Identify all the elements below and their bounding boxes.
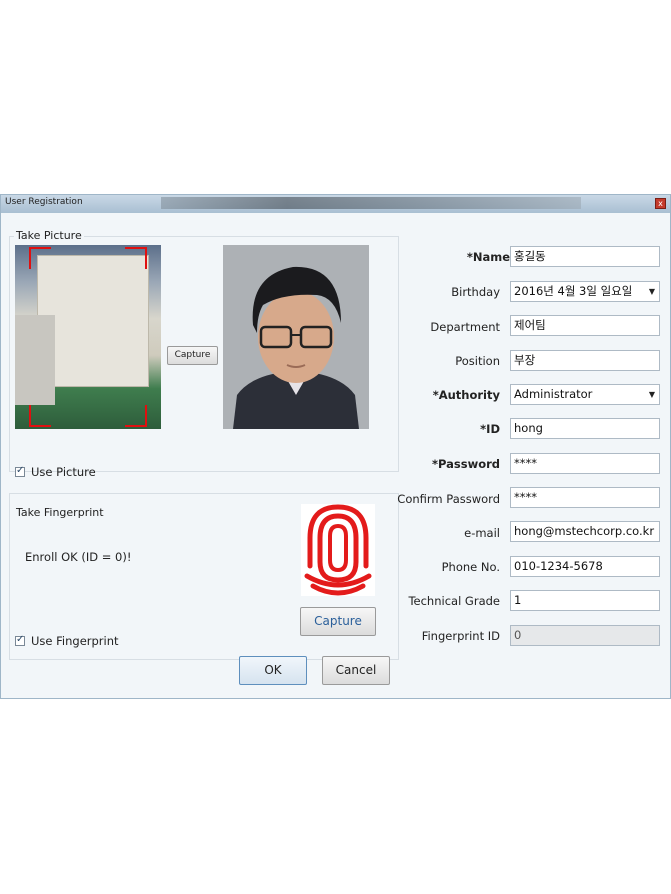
email-field[interactable]: hong@mstechcorp.co.kr bbox=[510, 521, 660, 542]
chevron-down-icon[interactable]: ▼ bbox=[649, 385, 655, 404]
id-field[interactable]: hong bbox=[510, 418, 660, 439]
position-field[interactable]: 부장 bbox=[510, 350, 660, 371]
portrait-image bbox=[223, 245, 369, 429]
window-title: User Registration bbox=[5, 197, 83, 207]
fingerprint-icon bbox=[301, 504, 375, 596]
picture-capture-button[interactable]: Capture bbox=[167, 346, 218, 365]
name-label: *Name bbox=[466, 250, 510, 264]
password-field[interactable]: **** bbox=[510, 453, 660, 474]
confirm-password-label: Confirm Password bbox=[397, 492, 500, 506]
take-picture-label: Take Picture bbox=[14, 229, 84, 242]
user-registration-window: User Registration x Take Picture Capture bbox=[0, 194, 671, 699]
authority-select[interactable]: Administrator ▼ bbox=[510, 384, 660, 405]
phone-field[interactable]: 010-1234-5678 bbox=[510, 556, 660, 577]
fingerprint-status-text: Enroll OK (ID = 0)! bbox=[25, 550, 132, 564]
capture-frame-corner bbox=[125, 405, 147, 427]
birthday-picker[interactable]: 2016년 4월 3일 일요일 ▼ bbox=[510, 281, 660, 302]
birthday-value: 2016년 4월 3일 일요일 bbox=[514, 284, 633, 298]
captured-portrait bbox=[223, 245, 369, 429]
use-picture-label: Use Picture bbox=[31, 465, 96, 479]
close-button[interactable]: x bbox=[655, 198, 666, 209]
use-fingerprint-check-box[interactable] bbox=[15, 634, 25, 646]
take-fingerprint-label: Take Fingerprint bbox=[14, 506, 106, 519]
id-label: *ID bbox=[480, 422, 500, 436]
authority-value: Administrator bbox=[514, 387, 593, 401]
fingerprint-id-label: Fingerprint ID bbox=[421, 629, 500, 643]
title-bar: User Registration x bbox=[1, 195, 670, 213]
use-picture-check-box[interactable] bbox=[15, 465, 25, 477]
fingerprint-graphic bbox=[304, 504, 372, 596]
camera-preview bbox=[15, 245, 161, 429]
capture-frame-corner bbox=[125, 247, 147, 269]
use-fingerprint-label: Use Fingerprint bbox=[31, 634, 119, 648]
chevron-down-icon[interactable]: ▼ bbox=[649, 282, 655, 301]
fingerprint-capture-button[interactable]: Capture bbox=[300, 607, 376, 636]
department-field[interactable]: 제어팀 bbox=[510, 315, 660, 336]
password-label: *Password bbox=[431, 457, 500, 471]
camera-preview-machine bbox=[15, 315, 55, 405]
use-picture-checkbox[interactable]: Use Picture bbox=[15, 465, 96, 479]
dialog-body: Take Picture Capture ✓ Use Picture Take … bbox=[1, 213, 670, 698]
name-field[interactable]: 홍길동 bbox=[510, 246, 660, 267]
department-label: Department bbox=[430, 320, 500, 334]
technical-grade-label: Technical Grade bbox=[408, 594, 500, 608]
technical-grade-field[interactable]: 1 bbox=[510, 590, 660, 611]
capture-frame-corner bbox=[29, 405, 51, 427]
use-fingerprint-checkbox[interactable]: Use Fingerprint bbox=[15, 634, 119, 648]
title-bar-background bbox=[161, 197, 581, 209]
confirm-password-field[interactable]: **** bbox=[510, 487, 660, 508]
fingerprint-id-field: 0 bbox=[510, 625, 660, 646]
position-label: Position bbox=[455, 354, 500, 368]
phone-label: Phone No. bbox=[441, 560, 500, 574]
email-label: e-mail bbox=[464, 526, 500, 540]
authority-label: *Authority bbox=[432, 388, 500, 402]
capture-frame-corner bbox=[29, 247, 51, 269]
birthday-label: Birthday bbox=[451, 285, 500, 299]
ok-button[interactable]: OK bbox=[239, 656, 307, 685]
cancel-button[interactable]: Cancel bbox=[322, 656, 390, 685]
